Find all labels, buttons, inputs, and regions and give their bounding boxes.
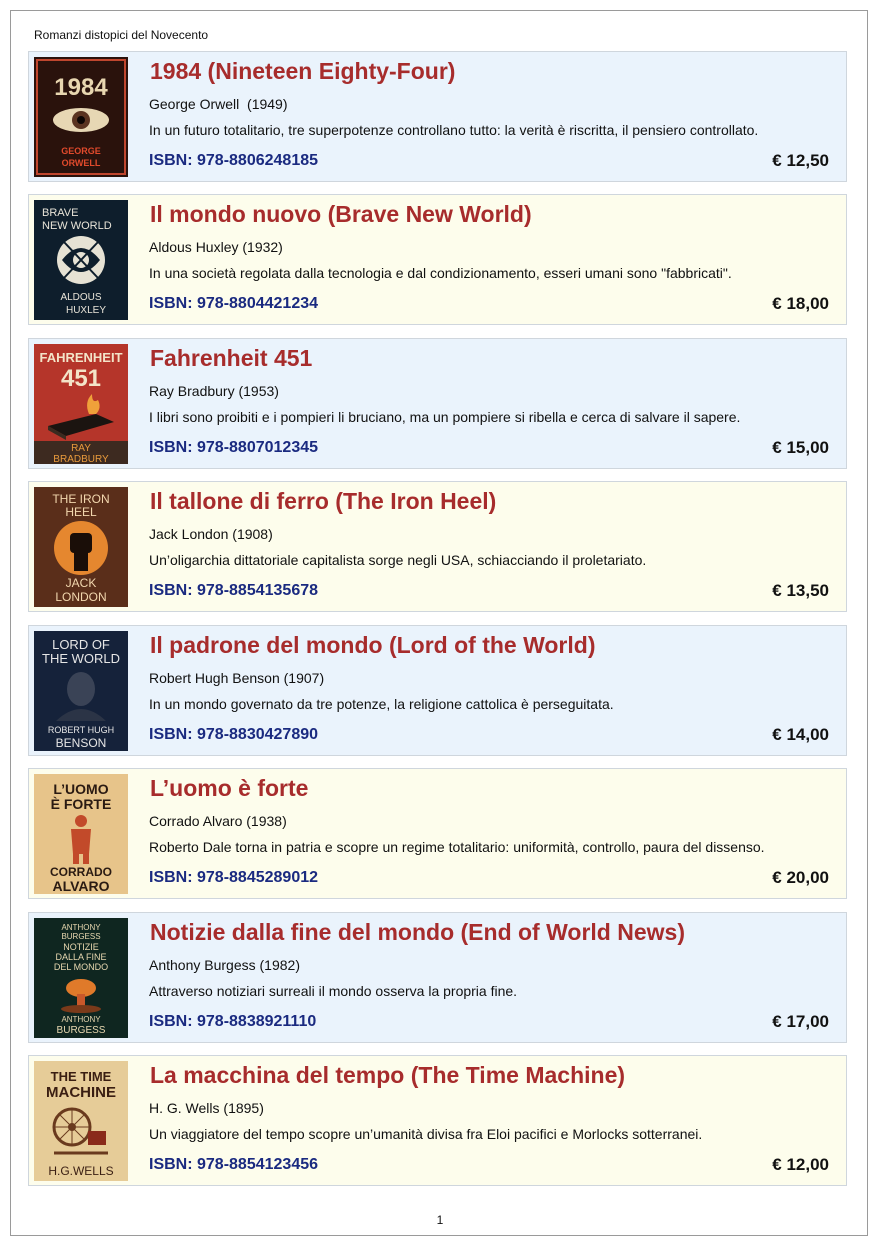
book-author-year: Ray Bradbury (1953) [149, 383, 279, 399]
book-price: € 18,00 [772, 294, 829, 313]
svg-text:NEW WORLD: NEW WORLD [42, 220, 112, 232]
book-title: La macchina del tempo (The Time Machine) [150, 1062, 626, 1088]
svg-text:È FORTE: È FORTE [51, 796, 112, 812]
book-isbn: ISBN: 978-8854123456 [149, 1156, 319, 1173]
cover-title-text: 1984 [54, 74, 108, 101]
book-price: € 17,00 [772, 1012, 829, 1031]
cover-image-time-machine: THE TIME MACHINE H.G.WELLS [34, 1061, 128, 1181]
book-isbn: ISBN: 978-8806248185 [149, 152, 319, 169]
book-price: € 14,00 [772, 725, 829, 744]
book-author-year: H. G. Wells (1895) [149, 1100, 264, 1116]
cover-image-brave-new-world: BRAVE NEW WORLD ALDOUS HUXLEY [34, 200, 128, 320]
svg-text:RAY: RAY [71, 443, 91, 454]
svg-text:HUXLEY: HUXLEY [66, 305, 106, 316]
book-isbn: ISBN: 978-8845289012 [149, 869, 319, 886]
cover-image-end-of-world-news: ANTHONY BURGESS NOTIZIE DALLA FINE DEL M… [34, 918, 128, 1038]
book-isbn: ISBN: 978-8807012345 [149, 439, 319, 456]
book-title: Il padrone del mondo (Lord of the World) [150, 632, 596, 658]
svg-text:ANTHONY: ANTHONY [61, 923, 101, 932]
book-author-year: George Orwell (1949) [149, 96, 288, 112]
svg-text:H.G.WELLS: H.G.WELLS [48, 1164, 113, 1178]
svg-text:HEEL: HEEL [65, 505, 97, 519]
book-description: Attraverso notiziari surreali il mondo o… [149, 983, 518, 999]
svg-text:THE TIME: THE TIME [51, 1069, 112, 1084]
book-author-year: Anthony Burgess (1982) [149, 957, 300, 973]
book-isbn: ISBN: 978-8830427890 [149, 726, 319, 743]
book-description: In un futuro totalitario, tre superpoten… [149, 122, 759, 138]
cover-image-uomo-e-forte: L’UOMO È FORTE CORRADO ALVARO [34, 774, 128, 894]
svg-text:ROBERT HUGH: ROBERT HUGH [48, 725, 114, 735]
book-card-brave-new-world: BRAVE NEW WORLD ALDOUS HUXLEY Il mondo n… [28, 194, 847, 325]
book-card-time-machine: THE TIME MACHINE H.G.WELLS La macchina d… [28, 1055, 847, 1186]
svg-text:GEORGE: GEORGE [61, 146, 101, 156]
book-title: 1984 (Nineteen Eighty-Four) [150, 58, 456, 84]
document-title: Romanzi distopici del Novecento [34, 28, 209, 42]
book-author-year: Robert Hugh Benson (1907) [149, 670, 325, 686]
book-card-end-of-world-news: ANTHONY BURGESS NOTIZIE DALLA FINE DEL M… [28, 912, 847, 1043]
page-number: 1 [436, 1213, 444, 1227]
cover-image-lord-of-the-world: LORD OF THE WORLD ROBERT HUGH BENSON [34, 631, 128, 751]
book-isbn: ISBN: 978-8854135678 [149, 582, 319, 599]
svg-text:FAHRENHEIT: FAHRENHEIT [39, 350, 122, 365]
book-author-year: Jack London (1908) [149, 526, 273, 542]
svg-text:BRAVE: BRAVE [42, 207, 78, 219]
book-description: Un viaggiatore del tempo scopre un’umani… [149, 1126, 703, 1142]
book-isbn: ISBN: 978-8838921110 [149, 1013, 317, 1030]
book-isbn: ISBN: 978-8804421234 [149, 295, 319, 312]
svg-text:BENSON: BENSON [56, 736, 107, 750]
book-card-fahrenheit-451: FAHRENHEIT 451 RAY BRADBURY Fahrenheit 4… [28, 338, 847, 469]
svg-text:LORD OF: LORD OF [52, 637, 110, 652]
book-author-year: Aldous Huxley (1932) [149, 239, 283, 255]
svg-text:BRADBURY: BRADBURY [53, 454, 109, 464]
book-author-year: Corrado Alvaro (1938) [149, 813, 287, 829]
book-description: In una società regolata dalla tecnologia… [149, 265, 732, 281]
book-title: Fahrenheit 451 [150, 345, 313, 371]
svg-text:DALLA FINE: DALLA FINE [55, 952, 106, 962]
cover-image-fahrenheit-451: FAHRENHEIT 451 RAY BRADBURY [34, 344, 128, 464]
svg-text:ORWELL: ORWELL [62, 158, 101, 168]
svg-text:L’UOMO: L’UOMO [53, 781, 108, 797]
svg-text:JACK: JACK [66, 576, 97, 590]
svg-text:LONDON: LONDON [55, 590, 106, 604]
book-card-1984: 1984 GEORGE ORWELL 1984 (Nineteen Eighty… [28, 51, 847, 182]
book-title: Il mondo nuovo (Brave New World) [150, 201, 532, 227]
book-title: Il tallone di ferro (The Iron Heel) [150, 488, 497, 514]
svg-text:MACHINE: MACHINE [46, 1084, 116, 1101]
book-card-lord-of-the-world: LORD OF THE WORLD ROBERT HUGH BENSON Il … [28, 625, 847, 756]
svg-text:THE WORLD: THE WORLD [42, 651, 120, 666]
book-price: € 12,00 [772, 1155, 829, 1174]
svg-text:451: 451 [61, 365, 101, 392]
svg-text:ANTHONY: ANTHONY [61, 1015, 101, 1024]
svg-text:DEL MONDO: DEL MONDO [54, 962, 108, 972]
svg-text:NOTIZIE: NOTIZIE [63, 942, 99, 952]
book-description: In un mondo governato da tre potenze, la… [149, 696, 614, 712]
svg-text:ALDOUS: ALDOUS [60, 292, 101, 303]
book-description: Un’oligarchia dittatoriale capitalista s… [149, 552, 647, 568]
svg-text:THE IRON: THE IRON [52, 492, 109, 506]
svg-text:BURGESS: BURGESS [61, 932, 100, 941]
book-price: € 12,50 [772, 151, 829, 170]
svg-text:CORRADO: CORRADO [50, 865, 112, 879]
book-price: € 15,00 [772, 438, 829, 457]
book-price: € 20,00 [772, 868, 829, 887]
book-title: L’uomo è forte [150, 775, 309, 801]
book-description: Roberto Dale torna in patria e scopre un… [149, 839, 765, 855]
book-price: € 13,50 [772, 581, 829, 600]
cover-image-iron-heel: THE IRON HEEL JACK LONDON [34, 487, 128, 607]
book-card-iron-heel: THE IRON HEEL JACK LONDON Il tallone di … [28, 481, 847, 612]
cover-image-1984: 1984 GEORGE ORWELL [34, 57, 128, 177]
svg-text:BURGESS: BURGESS [57, 1025, 106, 1036]
book-description: I libri sono proibiti e i pompieri li br… [149, 409, 741, 425]
book-card-uomo-e-forte: L’UOMO È FORTE CORRADO ALVARO L’uomo è f… [28, 768, 847, 899]
svg-text:ALVARO: ALVARO [52, 878, 109, 894]
book-title: Notizie dalla fine del mondo (End of Wor… [150, 919, 685, 945]
